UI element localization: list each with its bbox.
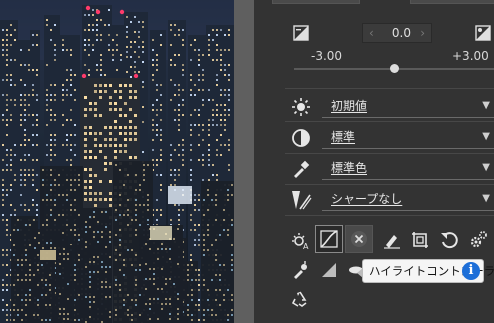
exposure-min-label: -3.00	[311, 49, 343, 63]
contrast-select[interactable]: 標準 ▼	[322, 127, 494, 149]
recycle-icon	[291, 291, 307, 307]
highlight-controller-tool[interactable]	[345, 225, 373, 253]
gradient-triangle-icon	[322, 263, 336, 277]
brightness-select-value: 初期値	[331, 99, 368, 113]
rotate-icon	[441, 232, 458, 249]
chevron-down-icon: ▼	[482, 162, 490, 173]
dropper-icon	[294, 261, 307, 279]
brush-icon	[384, 235, 400, 249]
brightness-sun-icon[interactable]	[289, 95, 313, 119]
gear-icon	[470, 231, 487, 248]
brightness-select[interactable]: 初期値 ▼	[322, 96, 494, 118]
panel-gutter	[234, 0, 254, 323]
color-select-value: 標準色	[331, 161, 368, 175]
chevron-down-icon: ▼	[482, 100, 490, 111]
row-divider	[285, 121, 494, 122]
color-select[interactable]: 標準色 ▼	[322, 158, 494, 180]
auto-sun-icon: A	[292, 233, 309, 250]
night-city-photo	[0, 0, 234, 323]
exposure-max-label: +3.00	[452, 49, 489, 63]
color-picker-tool[interactable]	[286, 256, 314, 284]
close-x-icon	[351, 231, 367, 247]
chevron-down-icon: ▼	[482, 193, 490, 204]
retouch-brush-tool[interactable]	[378, 226, 406, 254]
exposure-slider-thumb[interactable]	[389, 64, 399, 73]
stepper-increase-icon[interactable]: ›	[420, 26, 425, 40]
row-divider	[285, 153, 494, 154]
exposure-stepper[interactable]: ‹ 0.0 ›	[362, 23, 432, 43]
top-button-right[interactable]	[410, 0, 494, 4]
top-button-left[interactable]	[272, 0, 360, 4]
rotate-tool[interactable]	[435, 226, 463, 254]
stepper-decrease-icon[interactable]: ‹	[369, 26, 374, 40]
crop-tool[interactable]	[406, 226, 434, 254]
tone-curve-tool[interactable]	[315, 225, 343, 253]
highlight-controller-tooltip: ハイライトコントローラ i	[357, 259, 494, 283]
crop-icon	[412, 232, 428, 248]
contrast-icon[interactable]	[289, 126, 313, 150]
sharpness-select[interactable]: シャープなし ▼	[322, 189, 494, 211]
row-divider	[285, 215, 494, 216]
contrast-select-value: 標準	[331, 130, 356, 144]
gradient-tool[interactable]	[315, 256, 343, 284]
svg-text:A: A	[303, 242, 309, 250]
settings-tool[interactable]	[464, 226, 492, 254]
exposure-value[interactable]: 0.0	[392, 26, 411, 40]
info-icon[interactable]: i	[462, 262, 480, 280]
sharpness-icon[interactable]	[289, 188, 313, 212]
eyedropper-color-icon[interactable]	[289, 157, 313, 181]
auto-adjust-tool[interactable]: A	[286, 226, 314, 254]
tone-curve-icon	[320, 230, 338, 248]
row-divider	[285, 184, 494, 185]
sharpness-select-value: シャープなし	[331, 192, 403, 206]
photo-preview	[0, 0, 234, 323]
recycle-tool[interactable]	[286, 285, 314, 313]
exposure-auto-icon[interactable]	[472, 22, 494, 44]
exposure-reset-icon[interactable]	[290, 22, 312, 44]
chevron-down-icon: ▼	[482, 131, 490, 142]
section-divider	[285, 88, 494, 89]
